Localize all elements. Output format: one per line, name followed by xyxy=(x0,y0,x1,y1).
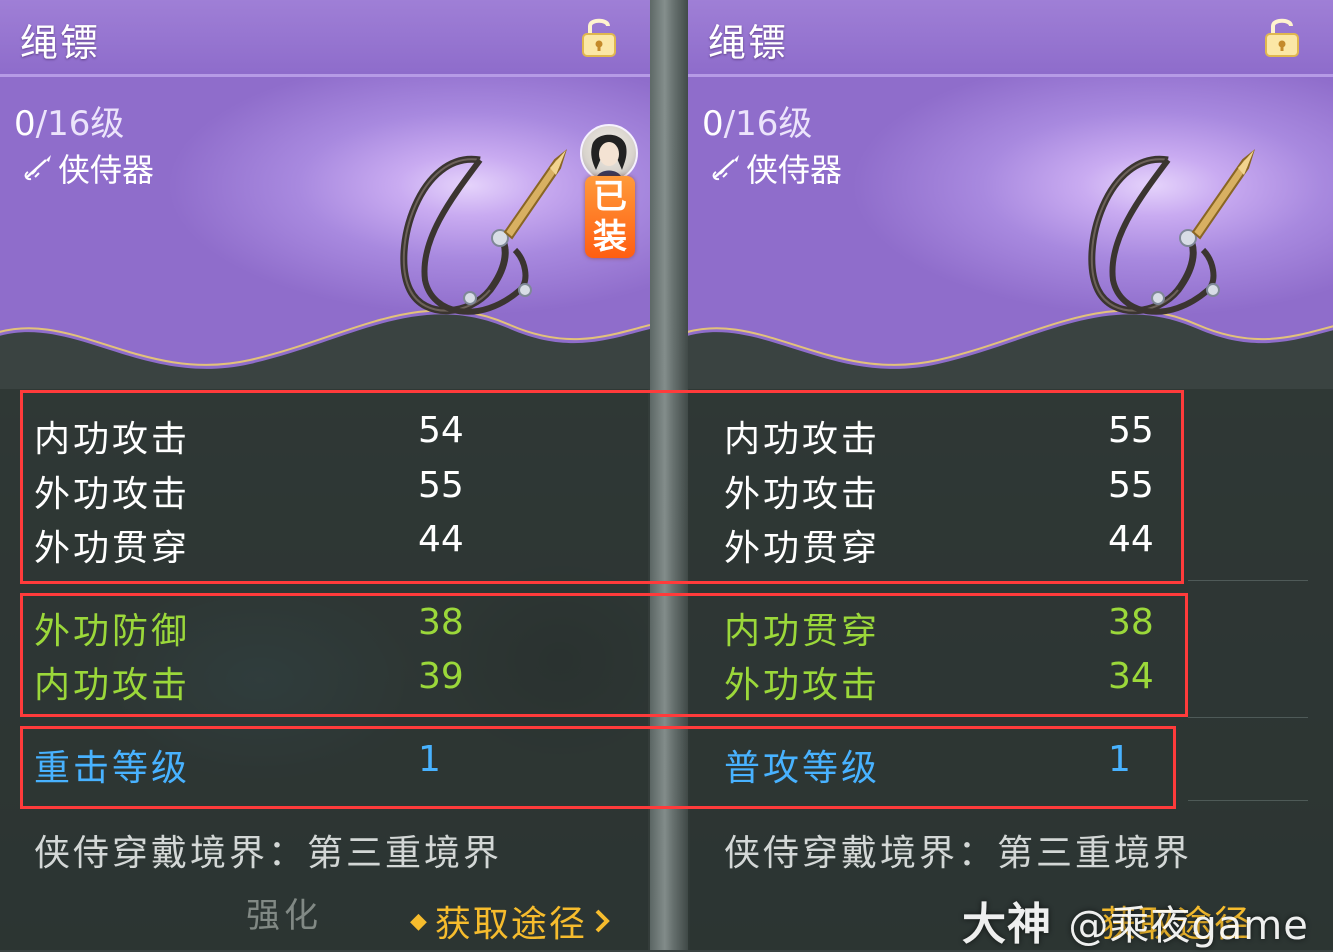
acquire-label: 获取途径 xyxy=(434,904,587,945)
chevron-right-icon xyxy=(595,909,610,933)
watermark-brand: 大神 xyxy=(962,899,1052,950)
item-category: 侠侍器 xyxy=(710,145,842,191)
equipped-badge: 已 装 xyxy=(585,176,635,258)
unlocked-padlock-icon[interactable] xyxy=(578,14,620,58)
enhance-button[interactable]: 强化 xyxy=(246,888,322,937)
level-current: 0 xyxy=(702,104,724,144)
main-stats-highlight-box xyxy=(20,390,1184,584)
special-stats-highlight-box xyxy=(20,726,1176,809)
wear-requirement: 侠侍穿戴境界：第三重境界 xyxy=(724,833,1193,874)
acquire-link[interactable]: ◆ 获取途径 xyxy=(410,895,611,947)
item-title: 绳镖 xyxy=(708,21,789,65)
level-total: /16级 xyxy=(35,104,125,144)
badge-char-2: 装 xyxy=(593,217,627,257)
rope-dart-icon xyxy=(1088,149,1255,315)
item-title: 绳镖 xyxy=(20,21,101,65)
dart-icon xyxy=(712,155,739,181)
item-level: 0/16级 xyxy=(14,96,124,145)
wear-requirement: 侠侍穿戴境界：第三重境界 xyxy=(34,833,503,874)
watermark: 大神 @乘夜game xyxy=(962,888,1309,952)
separator-line xyxy=(1188,800,1308,801)
badge-char-1: 已 xyxy=(593,177,627,217)
bonus-stats-highlight-box xyxy=(20,593,1188,717)
rope-dart-icon xyxy=(400,149,567,315)
diamond-bullet-icon: ◆ xyxy=(410,908,429,934)
card-header: 绳镖 xyxy=(688,0,1333,77)
category-label: 侠侍器 xyxy=(746,151,843,189)
level-current: 0 xyxy=(14,104,36,144)
companion-avatar[interactable] xyxy=(580,124,638,182)
watermark-handle: @乘夜game xyxy=(1068,903,1309,949)
dart-icon xyxy=(24,155,51,181)
category-label: 侠侍器 xyxy=(58,151,155,189)
level-total: /16级 xyxy=(723,104,813,144)
item-category: 侠侍器 xyxy=(22,145,154,191)
separator-line xyxy=(1188,580,1308,581)
unlocked-padlock-icon[interactable] xyxy=(1261,14,1303,58)
separator-line xyxy=(1188,717,1308,718)
companion-portrait-icon xyxy=(591,134,627,178)
item-level: 0/16级 xyxy=(702,96,812,145)
card-header: 绳镖 xyxy=(0,0,650,77)
